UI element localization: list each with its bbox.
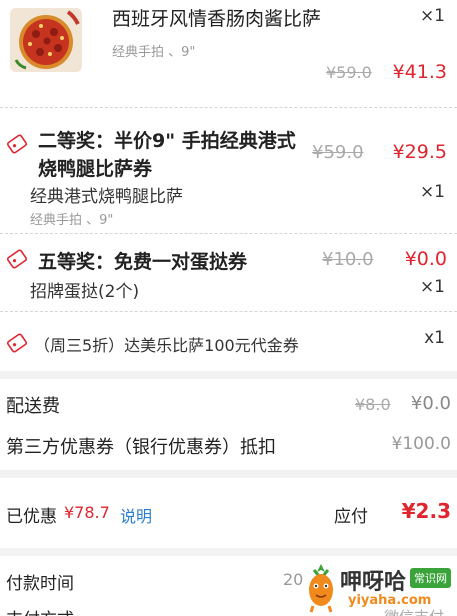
prize5-title: 五等奖：免费一对蛋挞券 <box>38 251 248 273</box>
divider <box>0 311 457 312</box>
item1-qty: ×1 <box>419 6 445 26</box>
item1-spec: 经典手拍 、9" <box>112 45 196 60</box>
explain-link[interactable]: 说明 <box>120 503 152 527</box>
prize2-title-line1: 二等奖：半价9" 手拍经典港式 <box>38 130 296 152</box>
discount-label: 已优惠 <box>6 507 57 527</box>
carrot-mascot-icon <box>309 564 333 613</box>
coupon-icon <box>6 134 28 154</box>
section-gap <box>0 470 457 478</box>
prize2-item-qty: ×1 <box>419 182 445 202</box>
prize5-orig-price: ¥10.0 <box>322 249 374 270</box>
watermark-badge: 常识网 <box>410 568 451 588</box>
coupon-icon <box>6 333 28 353</box>
section-gap <box>0 371 457 379</box>
payment-method-label: 支付方式 <box>6 605 74 616</box>
prize2-item-name: 经典港式烧鸭腿比萨 <box>30 187 183 207</box>
divider <box>0 233 457 234</box>
section-gap <box>0 548 457 556</box>
prize2-title-line2: 烧鸭腿比萨券 <box>38 158 153 180</box>
watermark-url: yiyaha.com <box>348 593 432 608</box>
prize2-orig-price: ¥59.0 <box>312 142 364 163</box>
prize5-price: ¥0.0 <box>404 248 447 270</box>
item1-price: ¥41.3 <box>392 61 447 83</box>
watermark-brand: 呷呀哈 <box>340 570 407 595</box>
third-party-label: 第三方优惠券（银行优惠券）抵扣 <box>6 437 276 458</box>
payable-label: 应付 <box>334 507 368 527</box>
pizza-thumbnail <box>10 8 82 72</box>
payment-time-label: 付款时间 <box>6 574 74 594</box>
prize5-item-qty: ×1 <box>419 277 445 297</box>
discount-value: ¥78.7 <box>64 503 110 522</box>
divider <box>0 107 457 108</box>
pizza-image-icon <box>10 8 82 72</box>
delivery-orig: ¥8.0 <box>355 395 391 414</box>
item1-orig-price: ¥59.0 <box>326 63 372 82</box>
delivery-label: 配送费 <box>6 396 60 417</box>
prize2-price: ¥29.5 <box>392 141 447 163</box>
payable-value: ¥2.3 <box>401 499 451 523</box>
prize5-item-name: 招牌蛋挞(2个) <box>30 282 140 302</box>
voucher-qty: x1 <box>424 328 445 348</box>
watermark-logo: 呷呀哈 常识网 yiyaha.com <box>298 560 457 616</box>
prize2-item-spec: 经典手拍 、9" <box>30 213 114 228</box>
coupon-icon <box>6 249 28 269</box>
delivery-value: ¥0.0 <box>410 393 451 414</box>
voucher-title: （周三5折）达美乐比萨100元代金券 <box>34 336 299 355</box>
item1-name: 西班牙风情香肠肉酱比萨 <box>112 8 322 30</box>
third-party-value: ¥100.0 <box>391 434 451 454</box>
